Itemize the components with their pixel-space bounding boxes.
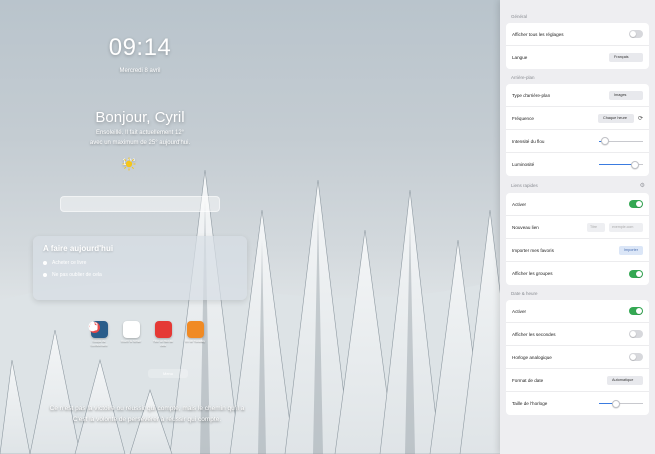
gear-icon[interactable]: ⚙ [640,182,645,189]
quick-links-enable-toggle[interactable] [629,200,643,208]
date-format-row: Format de date Automatique [506,369,649,392]
flame-icon [88,321,172,338]
new-link-row: Nouveau lien Titre exemple.com [506,216,649,239]
row-label: Afficher tous les réglages [512,31,564,37]
row-label: Activer [512,308,527,314]
todo-widget: A faire aujourd'hui Acheter ce livre Ne … [33,236,247,300]
settings-panel: Général Afficher tous les réglages Langu… [500,0,655,454]
section-title-general: Général [511,14,528,19]
date-format-select[interactable]: Automatique [607,375,643,385]
datetime-card: Activer Afficher les secondes Horloge an… [506,300,649,415]
clock-size-row: Taille de l'horloge [506,392,649,415]
todo-item[interactable]: Ne pas oublier de cela [43,272,237,278]
blur-slider[interactable] [599,137,643,145]
datetime-enable-row: Activer [506,300,649,323]
todo-title: A faire aujourd'hui [43,244,114,253]
shortcut-label: Coupe de Confinement [90,339,108,347]
more-shortcuts-button[interactable]: Menu [148,369,188,378]
shortcuts-bar: Coupe de Confinement Ouvrir le fichier T… [88,321,206,347]
greeting-text: Bonjour, Cyril [95,109,185,126]
row-label: Fréquence [512,115,534,121]
frequency-row: Fréquence Chaque heure ⟳ [506,107,649,130]
shortcut-label: Ouvrir le fichier [120,339,142,343]
row-label: Type d'arrière-plan [512,92,551,98]
quick-links-enable-row: Activer [506,193,649,216]
row-label: Luminosité [512,162,535,167]
blur-row: Intensité du flou [506,130,649,153]
weather-description-line2: avec un maximum de 25° aujourd'hui. [89,140,191,146]
quote-line: C'est la volonté de persévérer à réussir… [72,416,222,423]
row-label: Langue [512,55,528,60]
shortcut-label: On dit Tuesday [184,339,206,343]
section-title-background: Arrière-plan [511,75,535,80]
section-title-datetime: Date & heure [511,291,538,296]
clock-size-slider[interactable] [599,399,643,408]
weather-current: 12° [122,157,136,171]
import-button[interactable]: Importer [618,245,643,255]
shortcut-3[interactable]: Tirer un filet de cela [88,321,174,347]
show-all-settings-row: Afficher tous les réglages [506,23,649,46]
clock-date: Mercredi 8 avril [119,68,161,74]
todo-item-label: Acheter ce livre [52,260,87,266]
todo-item[interactable]: Acheter ce livre [43,260,237,266]
weather-description-line1: Ensoleillé. Il fait actuellement 12° [95,130,185,136]
new-link-url-input[interactable]: exemple.com [609,222,643,232]
row-label: Format de date [512,377,544,383]
frequency-select[interactable]: Chaque heure [597,113,634,123]
show-seconds-row: Afficher les secondes [506,323,649,346]
row-label: Horloge analogique [512,354,552,360]
show-groups-row: Afficher les groupes [506,262,649,285]
search-input[interactable] [60,196,220,212]
quick-links-card: Activer Nouveau lien Titre exemple.com I… [506,193,649,285]
background-type-row: Type d'arrière-plan Images [506,84,649,107]
clock-time: 09:14 [108,34,172,61]
brightness-slider[interactable] [599,160,643,169]
row-label: Intensité du flou [512,138,545,144]
show-seconds-toggle[interactable] [629,330,643,338]
datetime-enable-toggle[interactable] [629,307,643,315]
target-icon [89,321,140,338]
show-all-settings-toggle[interactable] [629,30,643,38]
section-title-quick-links: Liens rapides ⚙ [511,182,649,189]
background-card: Type d'arrière-plan Images Fréquence Cha… [506,84,649,176]
analog-clock-toggle[interactable] [629,353,643,361]
quote-line: Ce n'est pas la victoire ou réussir qui … [49,405,245,412]
todo-item-label: Ne pas oublier de cela [52,272,102,278]
shortcut-label: Tirer un filet de cela [153,339,173,347]
new-link-title-input[interactable]: Titre [587,222,605,232]
quote-text: Ce n'est pas la victoire ou réussir qui … [12,403,282,425]
row-label: Afficher les secondes [512,331,556,337]
row-label: Taille de l'horloge [512,401,548,406]
row-label: Nouveau lien [512,224,539,230]
row-label: Afficher les groupes [512,271,553,276]
row-label: Importer mes favoris [512,247,554,253]
shortcut-4[interactable]: On dit Tuesday [89,321,206,347]
sun-icon [122,157,136,171]
general-card: Afficher tous les réglages Langue França… [506,23,649,69]
shortcut-2[interactable]: Ouvrir le fichier [89,321,142,347]
wallpaper: 09:14 Mercredi 8 avril Bonjour, Cyril En… [0,0,500,454]
section-title-text: Liens rapides [511,183,538,188]
analog-clock-row: Horloge analogique [506,346,649,369]
show-groups-toggle[interactable] [629,269,643,278]
bullet-icon [43,261,47,265]
reload-icon[interactable]: ⟳ [638,115,643,122]
import-favorites-row: Importer mes favoris Importer [506,239,649,262]
language-select[interactable]: Français [609,53,643,62]
brightness-row: Luminosité [506,153,649,176]
language-row: Langue Français [506,46,649,69]
power-icon [89,321,204,338]
bullet-icon [43,273,47,277]
background-type-select[interactable]: Images [609,90,643,100]
row-label: Activer [512,201,527,207]
